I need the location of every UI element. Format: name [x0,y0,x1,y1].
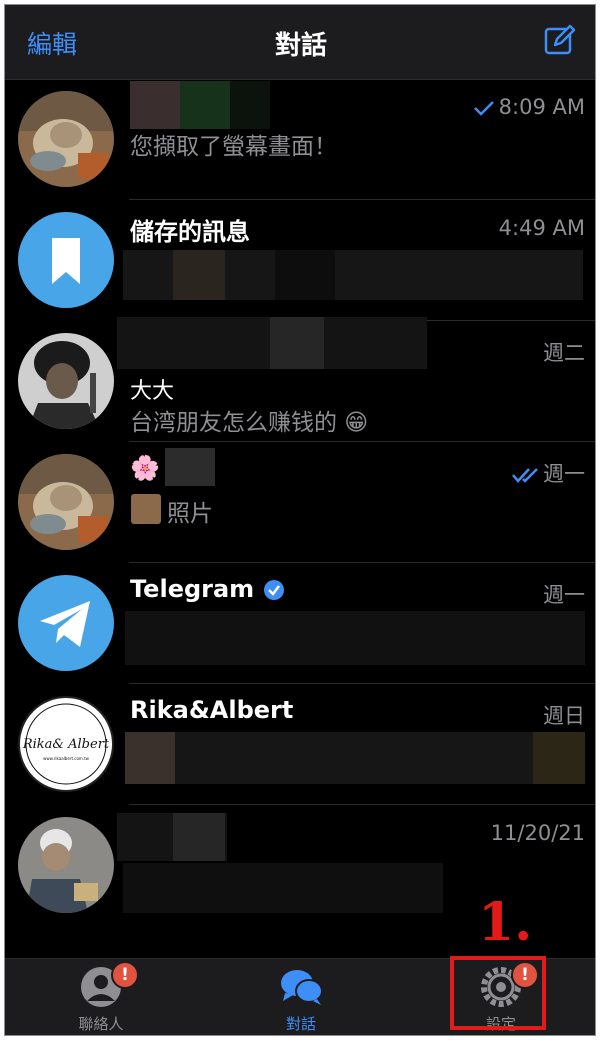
blurred-preview [533,732,585,784]
rika-albert-logo: Rika& Albert www.rikaalbert.com.tw [18,696,114,792]
chat-time: 4:49 AM [498,216,585,240]
chat-time: 週二 [543,341,585,365]
person-photo-avatar [18,817,114,913]
cat-photo-avatar [18,91,114,187]
chat-row[interactable]: 儲存的訊息 4:49 AM [5,200,595,321]
notification-badge: ! [111,961,139,989]
telegram-icon [18,575,114,671]
chat-preview: 照片 [167,501,213,527]
blurred-name [180,81,230,129]
tab-label: 聯絡人 [78,1015,124,1033]
step-annotation-highlight [450,956,546,1030]
blurred-name [230,81,270,129]
chat-list: 8:09 AM 您擷取了螢幕畫面！ 儲存的訊息 4:49 AM 週二 大大 台湾… [5,79,595,961]
chat-row[interactable]: 週二 大大 台湾朋友怎么赚钱的 😁 [5,317,595,442]
blurred-preview [125,732,585,784]
app-frame: 編輯 對話 8:09 AM 您擷取了螢幕畫面！ 儲存的訊息 4:49 AM 週二… [4,4,596,1036]
step-annotation-label: 1. [478,892,533,953]
chat-time: 週一 [511,458,585,488]
chat-time: 週日 [543,704,585,728]
compose-icon[interactable] [543,23,577,57]
chat-time: 8:09 AM [473,95,585,119]
chat-preview: 台湾朋友怎么赚钱的 😁 [130,410,369,436]
bookmark-icon [18,212,114,308]
chat-name: 🌸 [130,454,160,482]
chat-row[interactable]: 8:09 AM 您擷取了螢幕畫面！ [5,79,595,200]
cat-photo-avatar [18,454,114,550]
blurred-preview [125,732,175,784]
blurred-preview [275,250,335,300]
chat-row[interactable]: Rika& Albert www.rikaalbert.com.tw Rika&… [5,684,595,805]
chat-name: Telegram [130,575,285,603]
chats-icon [281,970,323,1005]
chat-name: 儲存的訊息 [130,218,250,246]
chat-row[interactable]: 🌸 週一 照片 [5,442,595,563]
blurred-name [165,448,215,486]
chat-time: 週一 [543,583,585,607]
chat-preview: 您擷取了螢幕畫面！ [130,134,337,160]
svg-text:Rika& Albert: Rika& Albert [22,737,110,752]
photo-thumbnail [131,494,161,524]
blurred-preview [125,611,585,665]
blurred-name [130,81,180,129]
svg-text:www.rikaalbert.com.tw: www.rikaalbert.com.tw [43,756,90,761]
page-title: 對話 [274,31,327,61]
nav-header: 編輯 對話 [5,5,595,80]
chat-row[interactable]: Telegram 週一 [5,563,595,684]
blurred-preview [173,250,225,300]
single-check-icon [473,101,494,116]
double-check-icon [512,468,538,483]
chat-time: 11/20/21 [490,821,585,845]
blurred-preview [123,863,443,913]
chat-name: Rika&Albert [130,696,294,724]
blurred-name [270,317,324,369]
tab-contacts[interactable]: ! 聯絡人 [41,959,161,1035]
chat-sender: 大大 [130,379,175,404]
tab-label: 對話 [285,1015,316,1033]
blurred-name [173,813,225,861]
verified-badge-icon [263,580,284,600]
tab-chats[interactable]: 對話 [241,959,361,1035]
person-photo-avatar [18,333,114,429]
